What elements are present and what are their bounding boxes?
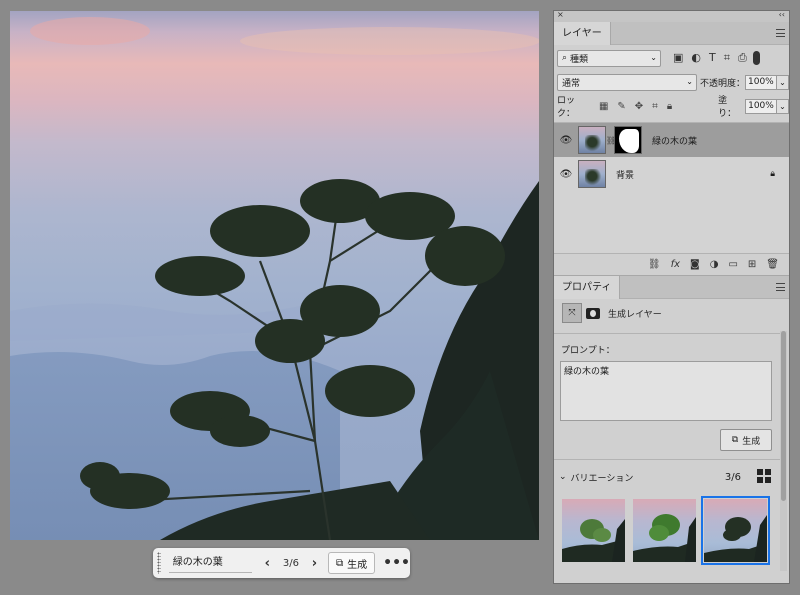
variations-title: バリエーション [570,473,634,484]
variations-header[interactable]: ⌄ バリエーション 3/6 [559,469,775,485]
properties-scrollbar[interactable] [780,331,787,571]
layer-name[interactable]: 緑の木の葉 [652,134,697,147]
chevron-down-icon[interactable]: ⌄ [559,472,567,482]
filter-kind-select[interactable]: ⌕ 種類 ⌄ [557,49,661,67]
collapse-panel-icon[interactable]: ‹‹ [779,10,785,19]
landscape-image [10,17,539,540]
fx-icon[interactable]: fx [671,259,680,270]
layer-thumbnail[interactable] [578,126,606,154]
layer-type-row: ⤧ 生成レイヤー [562,303,662,323]
mask-icon[interactable] [586,307,600,319]
drag-handle[interactable] [157,552,161,574]
layer-type-label: 生成レイヤー [608,309,662,320]
lock-icons: ▦ ✎ ✥ ⌗ 🔒︎ [599,101,672,112]
fill-dropdown-icon[interactable]: ⌄ [777,98,789,114]
shape-filter-icon[interactable]: ⌗ [724,51,730,65]
lock-artboard-icon[interactable]: ⌗ [652,101,658,112]
properties-menu-icon[interactable] [776,283,785,291]
search-icon: ⌕ [562,53,568,63]
adjustment-layer-icon[interactable]: ◑ [710,259,719,270]
trash-icon[interactable]: 🗑︎ [766,259,779,270]
new-group-folder-icon[interactable]: ▭ [728,259,737,270]
tab-layers[interactable]: レイヤー [554,22,611,45]
prompt-textarea[interactable]: 緑の木の葉 [560,361,772,421]
link-layers-icon[interactable]: ⛓︎ [648,259,661,270]
taskbar-generate-label: 生成 [347,559,368,571]
opacity-dropdown-icon[interactable]: ⌄ [777,74,789,90]
variation-counter: 3/6 [282,557,299,569]
divider [554,333,780,334]
contextual-taskbar: 緑の木の葉 ‹ 3/6 › ⧉ 生成 ••• [153,548,410,578]
lock-all-icon[interactable]: 🔒︎ [667,101,672,112]
more-options-button[interactable]: ••• [383,555,410,571]
layer-lock-icon[interactable]: 🔒︎ [770,169,775,179]
type-filter-icon[interactable]: T [709,51,716,65]
generate-icon: ⧉ [335,557,344,569]
layer-filter-row: ⌕ 種類 ⌄ ▣ ◐ T ⌗ ⎙ [554,46,789,70]
blend-mode-select[interactable]: 通常 ⌄ [557,73,697,91]
chevron-down-icon: ⌄ [650,52,657,62]
variations-count: 3/6 [724,471,741,483]
opacity-label: 不透明度： [699,78,745,89]
fill-label: 塗り： [718,96,737,119]
tab-properties[interactable]: プロパティ [554,276,621,299]
filter-toggle[interactable] [752,51,760,65]
filter-kind-value: 種類 [570,54,589,65]
previous-variation-button[interactable]: ‹ [260,556,275,571]
lock-transparent-icon[interactable]: ▦ [599,101,608,112]
variation-thumbnails [562,496,770,565]
chevron-down-icon: ⌄ [686,76,693,86]
generate-button[interactable]: ⧉ 生成 [720,429,772,451]
variation-thumbnail-2[interactable] [633,499,696,562]
smart-object-filter-icon[interactable]: ⎙ [738,51,747,65]
variation-thumbnail-1[interactable] [562,499,625,562]
lock-image-icon[interactable]: ✎ [617,101,625,112]
taskbar-generate-button[interactable]: ⧉ 生成 [327,552,376,574]
layers-list: 👁︎ ⛓︎ 緑の木の葉 👁︎ 背景 🔒︎ [554,122,789,254]
layers-footer: ⛓︎ fx ◙ ◑ ▭ ⊞ 🗑︎ [554,253,789,275]
layers-menu-icon[interactable] [776,29,785,37]
properties-panel: ⤧ 生成レイヤー プロンプト： 緑の木の葉 ⧉ 生成 ⌄ バリエーション 3/6 [554,299,780,584]
next-variation-button[interactable]: › [307,556,322,571]
opacity-input[interactable]: 100% [745,74,777,90]
properties-tabbar: プロパティ [554,275,789,299]
prompt-label: プロンプト： [561,346,615,356]
layers-tabbar: レイヤー [554,22,789,45]
layer-thumbnail[interactable] [578,160,606,188]
image-filter-icon[interactable]: ▣ [673,51,683,65]
filter-icons: ▣ ◐ T ⌗ ⎙ [673,51,747,65]
lock-position-icon[interactable]: ✥ [635,101,643,112]
visibility-eye-icon[interactable]: 👁︎ [554,169,578,180]
fill-input[interactable]: 100% [745,98,778,114]
close-panel-icon[interactable]: × [557,10,564,19]
lock-row: ロック： ▦ ✎ ✥ ⌗ 🔒︎ 塗り： 100% ⌄ [554,94,789,119]
layer-name[interactable]: 背景 [616,168,634,181]
blend-row: 通常 ⌄ 不透明度： 100% ⌄ [554,70,789,94]
generate-label: 生成 [742,436,761,447]
layer-row-background[interactable]: 👁︎ 背景 🔒︎ [554,157,789,191]
scrollbar-thumb[interactable] [781,331,786,501]
panel-header: × ‹‹ [554,10,789,22]
right-panel: × ‹‹ レイヤー ⌕ 種類 ⌄ ▣ ◐ T ⌗ ⎙ 通常 ⌄ 不透明度： 10… [553,10,790,584]
variation-thumbnail-3[interactable] [701,496,770,565]
lock-label: ロック： [557,96,576,119]
layer-mask-thumbnail[interactable] [614,126,642,154]
add-mask-icon[interactable]: ◙ [690,259,700,270]
divider [554,459,780,460]
visibility-eye-icon[interactable]: 👁︎ [554,135,578,146]
adjustment-filter-icon[interactable]: ◐ [691,51,701,65]
taskbar-prompt-input[interactable]: 緑の木の葉 [168,553,252,573]
generate-icon: ⧉ [731,435,739,445]
link-icon[interactable]: ⛓︎ [606,136,616,145]
document-canvas[interactable] [10,11,539,540]
new-layer-icon[interactable]: ⊞ [748,259,756,270]
generative-layer-icon[interactable]: ⤧ [562,303,582,323]
layer-row-generated[interactable]: 👁︎ ⛓︎ 緑の木の葉 [554,123,789,157]
blend-mode-value: 通常 [562,78,581,89]
grid-view-icon[interactable] [757,469,771,483]
